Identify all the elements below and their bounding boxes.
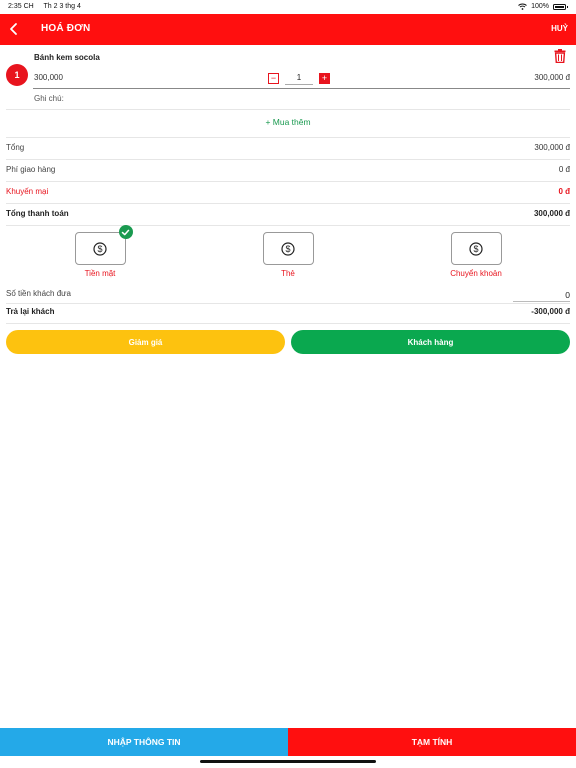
payment-method-transfer-button[interactable]: $ [450, 232, 502, 265]
app-bar: HOÁ ĐƠN HUỶ [0, 14, 576, 45]
divider [6, 323, 570, 324]
cancel-button[interactable]: HUỶ [551, 24, 568, 33]
status-time: 2:35 CH [8, 3, 34, 10]
divider [6, 137, 570, 138]
change-row: Trả lại khách -300,000 đ [6, 305, 570, 319]
battery-percent: 100% [531, 3, 549, 10]
shipping-value: 0 đ [558, 165, 570, 174]
payment-method-label: Tiền mặt [84, 269, 116, 278]
subtotal-value: 300,000 đ [534, 143, 570, 152]
dollar-icon: $ [93, 241, 107, 256]
page-title: HOÁ ĐƠN [41, 23, 91, 34]
divider [6, 159, 570, 160]
total-row: Tổng thanh toán 300,000 đ [6, 207, 570, 221]
cash-given-label: Số tiền khách đưa [6, 289, 71, 298]
quantity-input[interactable] [285, 71, 313, 85]
enter-info-button[interactable]: NHẬP THÔNG TIN [0, 728, 288, 756]
status-bar-right: 100% [518, 3, 568, 10]
trash-icon [554, 49, 566, 64]
subtotal-row: Tổng 300,000 đ [6, 141, 570, 155]
shipping-row: Phí giao hàng 0 đ [6, 163, 570, 177]
quantity-stepper: − + [268, 71, 330, 85]
order-item: 1 Bánh kem socola 300,000 − + 300,000 đ … [0, 45, 576, 110]
item-line-total: 300,000 đ [534, 73, 570, 82]
payment-method-transfer[interactable]: $ Chuyển khoản [446, 232, 506, 282]
decrease-quantity-button[interactable]: − [268, 72, 279, 84]
battery-icon [553, 3, 568, 10]
total-value: 300,000 đ [533, 209, 570, 218]
subtotal-calc-button[interactable]: TẠM TÍNH [288, 728, 576, 756]
subtotal-label: Tổng [6, 143, 25, 152]
change-label: Trả lại khách [6, 307, 55, 316]
item-unit-price: 300,000 [34, 73, 63, 82]
status-bar-left: 2:35 CH Th 2 3 thg 4 [8, 3, 89, 10]
item-divider [33, 88, 570, 89]
add-more-button[interactable]: + Mua thêm [0, 117, 576, 127]
promo-label: Khuyến mại [6, 187, 49, 196]
svg-text:$: $ [473, 244, 478, 254]
svg-text:$: $ [97, 244, 102, 254]
discount-button[interactable]: Giảm giá [6, 330, 285, 354]
status-bar: 2:35 CH Th 2 3 thg 4 100% [0, 0, 576, 14]
increase-quantity-button[interactable]: + [319, 72, 330, 84]
divider [6, 181, 570, 182]
promo-row[interactable]: Khuyến mại 0 đ [6, 185, 570, 199]
item-name: Bánh kem socola [34, 53, 100, 62]
item-index-badge: 1 [6, 64, 28, 86]
wifi-icon [518, 3, 527, 10]
back-button[interactable] [6, 20, 22, 38]
svg-text:$: $ [285, 244, 290, 254]
delete-item-button[interactable] [554, 49, 566, 64]
cash-given-input[interactable] [513, 288, 570, 302]
minus-icon: − [270, 72, 277, 83]
status-date: Th 2 3 thg 4 [43, 3, 81, 10]
payment-method-cash[interactable]: $ Tiền mặt [70, 225, 133, 282]
change-value: -300,000 đ [531, 307, 570, 316]
payment-method-card-button[interactable]: $ [262, 232, 314, 265]
payment-method-label: Chuyển khoản [450, 269, 502, 278]
chevron-left-icon [10, 23, 17, 35]
payment-method-cash-button[interactable]: $ [74, 225, 133, 265]
home-indicator [200, 760, 376, 763]
dollar-icon: $ [469, 241, 483, 256]
divider [6, 203, 570, 204]
total-label: Tổng thanh toán [6, 209, 69, 218]
payment-method-label: Thẻ [281, 269, 295, 278]
item-note-input[interactable] [66, 91, 566, 105]
divider [6, 303, 570, 304]
customer-button[interactable]: Khách hàng [291, 330, 570, 354]
selected-check-icon [118, 225, 133, 239]
plus-icon: + [321, 72, 328, 83]
shipping-label: Phí giao hàng [6, 165, 56, 174]
dollar-icon: $ [281, 241, 295, 256]
promo-value: 0 đ [558, 187, 570, 196]
payment-method-card[interactable]: $ Thẻ [258, 232, 318, 282]
item-note-label: Ghi chú: [34, 94, 64, 103]
divider [6, 225, 570, 226]
cash-given-row: Số tiền khách đưa [6, 287, 570, 301]
divider [6, 109, 570, 110]
